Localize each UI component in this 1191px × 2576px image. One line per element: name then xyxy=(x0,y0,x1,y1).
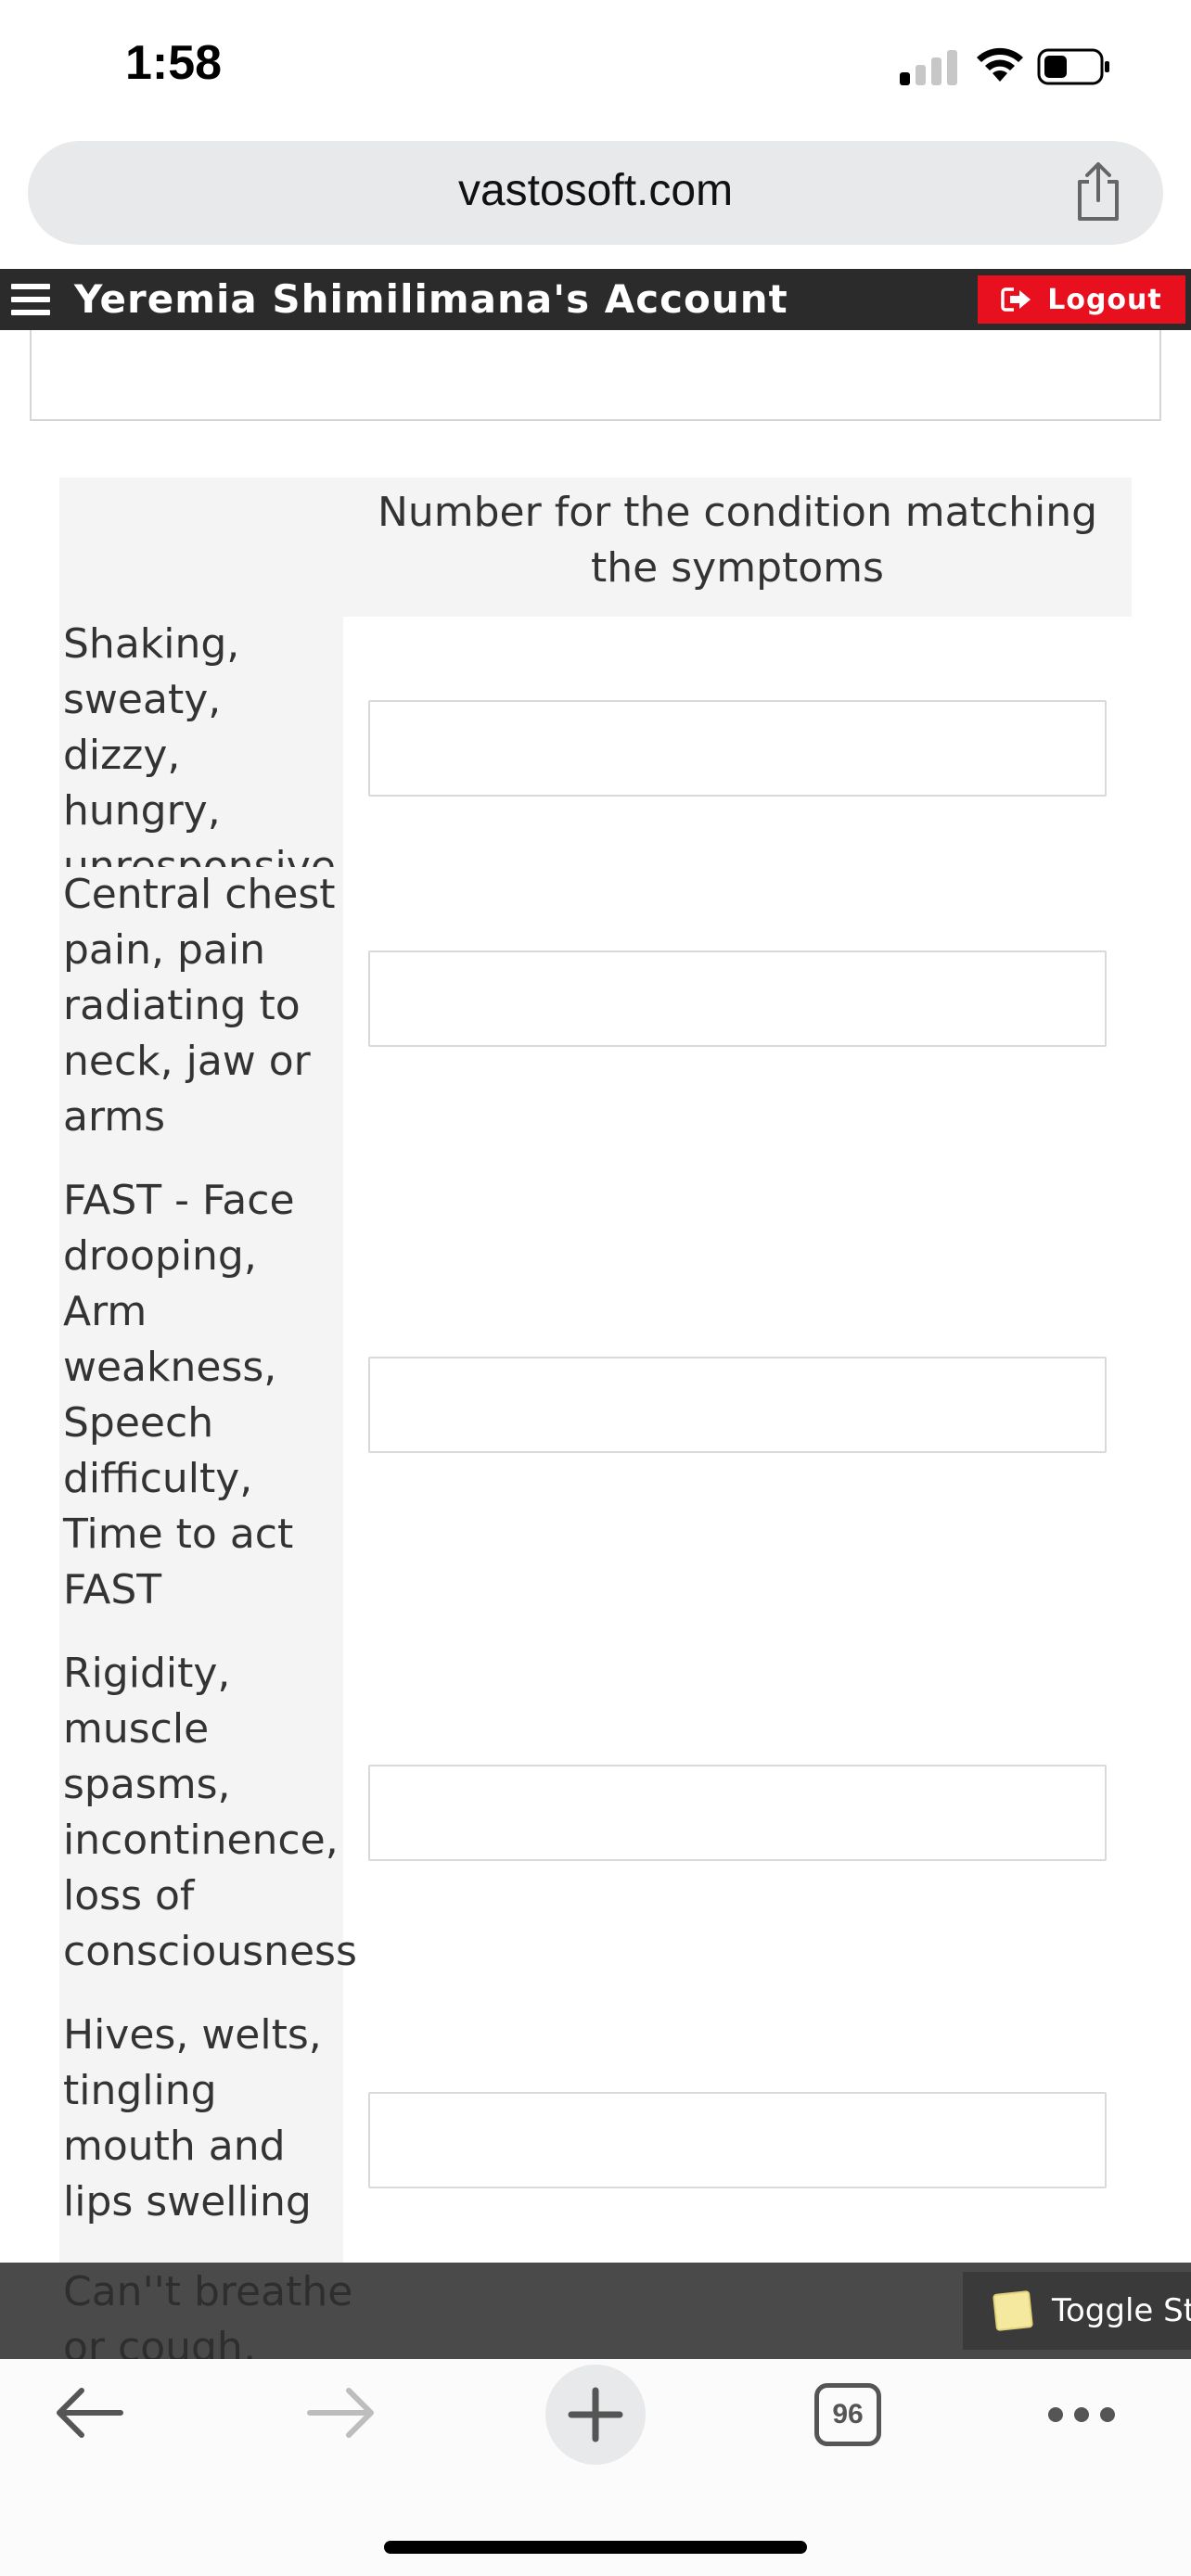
symptoms-label: Rigidity, muscle spasms, incontinence, l… xyxy=(59,1646,357,2008)
table-row: Rigidity, muscle spasms, incontinence, l… xyxy=(59,1646,1132,2008)
new-tab-button[interactable] xyxy=(545,2365,646,2465)
table-row: Hives, welts, tingling mouth and lips sw… xyxy=(59,2008,1132,2286)
more-options-icon[interactable] xyxy=(1048,2407,1115,2422)
symptom-matching-table: Number for the condition matching the sy… xyxy=(59,478,1132,2286)
wifi-icon xyxy=(977,47,1023,82)
address-bar[interactable]: vastosoft.com xyxy=(28,141,1163,245)
forward-arrow-icon[interactable] xyxy=(306,2387,377,2439)
menu-icon[interactable] xyxy=(11,284,50,315)
symptoms-label: Central chest pain, pain radiating to ne… xyxy=(59,867,343,1173)
status-time: 1:58 xyxy=(125,36,223,90)
logout-label: Logout xyxy=(1047,283,1162,316)
toggle-sticky-notes-button[interactable]: Toggle Stic xyxy=(963,2272,1191,2350)
toggle-sticky-label: Toggle Stic xyxy=(1052,2292,1191,2329)
content-box xyxy=(30,330,1161,421)
url-text[interactable]: vastosoft.com xyxy=(28,165,1163,216)
share-icon[interactable] xyxy=(1070,161,1126,223)
table-header: Number for the condition matching the sy… xyxy=(59,478,1132,617)
condition-number-input[interactable] xyxy=(368,700,1107,797)
condition-number-input[interactable] xyxy=(368,950,1107,1047)
symptoms-label-partial: Can''t breathe or cough, xyxy=(63,2268,353,2359)
cellular-signal-icon xyxy=(900,48,959,85)
back-arrow-icon[interactable] xyxy=(54,2387,124,2439)
account-title: Yeremia Shimilimana's Account xyxy=(74,276,788,322)
tabs-button[interactable]: 96 xyxy=(814,2383,881,2446)
symptoms-label: Shaking, sweaty, dizzy, hungry, unrespon… xyxy=(59,617,343,890)
table-row: Shaking, sweaty, dizzy, hungry, unrespon… xyxy=(59,617,1132,890)
plus-icon xyxy=(568,2387,623,2442)
sticky-note-icon xyxy=(992,2290,1033,2331)
symptoms-label: FAST - Face drooping, Arm weakness, Spee… xyxy=(59,1173,343,1646)
condition-number-input[interactable] xyxy=(368,1765,1107,1861)
status-bar: 1:58 xyxy=(0,0,1191,130)
sticky-bar: Can''t breathe or cough, Toggle Stic xyxy=(0,2263,1191,2359)
logout-button[interactable]: Logout xyxy=(978,275,1185,324)
home-indicator xyxy=(384,2541,807,2554)
logout-icon xyxy=(1001,287,1031,312)
table-row: Central chest pain, pain radiating to ne… xyxy=(59,867,1132,1173)
symptoms-label: Hives, welts, tingling mouth and lips sw… xyxy=(59,2008,343,2286)
condition-number-input[interactable] xyxy=(368,2092,1107,2188)
site-header: Yeremia Shimilimana's Account Logout xyxy=(0,269,1191,330)
battery-icon xyxy=(1037,48,1109,85)
column-header: Number for the condition matching the sy… xyxy=(377,489,1098,592)
table-row: FAST - Face drooping, Arm weakness, Spee… xyxy=(59,1173,1132,1646)
condition-number-input[interactable] xyxy=(368,1357,1107,1453)
